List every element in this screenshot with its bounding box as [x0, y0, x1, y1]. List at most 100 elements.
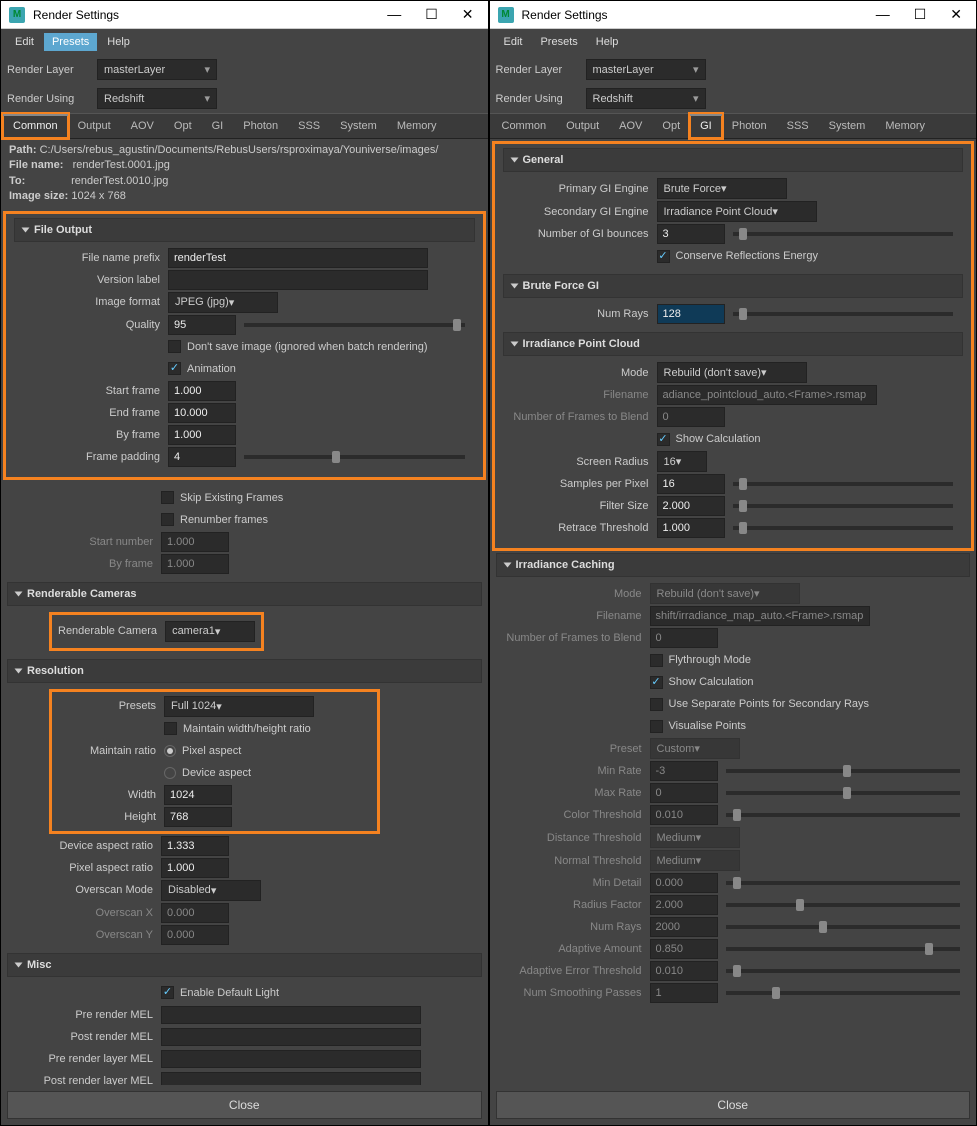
ic-num-rays-slider	[726, 925, 961, 929]
titlebar: M Render Settings — ☐ ✕	[490, 1, 977, 29]
menu-presets[interactable]: Presets	[44, 33, 97, 51]
ipc-filter-input[interactable]	[657, 496, 725, 516]
maintain-wh-checkbox[interactable]	[164, 722, 177, 735]
tab-system[interactable]: System	[330, 114, 387, 138]
overscan-mode-select[interactable]: Disabled▾	[161, 880, 261, 901]
secondary-gi-select[interactable]: Irradiance Point Cloud▾	[657, 201, 817, 222]
maximize-button[interactable]: ☐	[419, 6, 444, 23]
start-frame-input[interactable]	[168, 381, 236, 401]
primary-gi-select[interactable]: Brute Force▾	[657, 178, 787, 199]
tab-opt[interactable]: Opt	[652, 114, 690, 138]
post-render-layer-mel-input[interactable]	[161, 1072, 421, 1085]
device-aspect-radio[interactable]	[164, 767, 176, 779]
quality-input[interactable]	[168, 315, 236, 335]
maximize-button[interactable]: ☐	[908, 6, 933, 23]
ic-min-rate-input	[650, 761, 718, 781]
device-aspect-input[interactable]	[161, 836, 229, 856]
renderable-camera-select[interactable]: camera1▾	[165, 621, 255, 642]
bf-num-rays-slider[interactable]	[733, 312, 954, 316]
tab-photon[interactable]: Photon	[233, 114, 288, 138]
renumber-checkbox[interactable]	[161, 513, 174, 526]
pixel-aspect-input[interactable]	[161, 858, 229, 878]
ipc-screen-radius-select[interactable]: 16▾	[657, 451, 707, 472]
pixel-aspect-radio[interactable]	[164, 745, 176, 757]
tab-sss[interactable]: SSS	[777, 114, 819, 138]
tab-gi[interactable]: GI	[690, 114, 722, 138]
animation-checkbox[interactable]	[168, 362, 181, 375]
renderable-cameras-header[interactable]: Renderable Cameras	[7, 582, 482, 606]
tab-photon[interactable]: Photon	[722, 114, 777, 138]
ipc-samples-input[interactable]	[657, 474, 725, 494]
menubar: Edit Presets Help	[1, 29, 488, 55]
close-button[interactable]: Close	[7, 1091, 482, 1119]
file-name-prefix-input[interactable]	[168, 248, 428, 268]
frame-padding-slider[interactable]	[244, 455, 465, 459]
render-layer-label: Render Layer	[496, 64, 580, 76]
version-label-input[interactable]	[168, 270, 428, 290]
tab-gi[interactable]: GI	[202, 114, 234, 138]
disclosure-icon	[15, 668, 23, 673]
menu-help[interactable]: Help	[588, 33, 627, 51]
frame-padding-input[interactable]	[168, 447, 236, 467]
ipc-samples-slider[interactable]	[733, 482, 954, 486]
conserve-checkbox[interactable]	[657, 250, 670, 263]
gi-bounces-input[interactable]	[657, 224, 725, 244]
disclosure-icon	[510, 284, 518, 289]
tab-memory[interactable]: Memory	[875, 114, 935, 138]
menu-edit[interactable]: Edit	[7, 33, 42, 51]
menu-help[interactable]: Help	[99, 33, 138, 51]
tab-common[interactable]: Common	[3, 114, 68, 138]
close-button[interactable]: ✕	[456, 6, 480, 23]
tab-aov[interactable]: AOV	[121, 114, 164, 138]
tab-sss[interactable]: SSS	[288, 114, 330, 138]
render-using-select[interactable]: Redshift▾	[586, 88, 706, 109]
image-format-select[interactable]: JPEG (jpg)▾	[168, 292, 278, 313]
chevron-down-icon: ▾	[204, 92, 210, 105]
brute-force-header[interactable]: Brute Force GI	[503, 274, 964, 298]
ipc-retrace-slider[interactable]	[733, 526, 954, 530]
close-button[interactable]: ✕	[944, 6, 968, 23]
resolution-header[interactable]: Resolution	[7, 659, 482, 683]
tab-output[interactable]: Output	[556, 114, 609, 138]
ic-visualise-checkbox	[650, 720, 663, 733]
menu-presets[interactable]: Presets	[532, 33, 585, 51]
ic-frames-blend-input	[650, 628, 718, 648]
tab-memory[interactable]: Memory	[387, 114, 447, 138]
by-frame-input[interactable]	[168, 425, 236, 445]
ipc-show-calc-checkbox[interactable]	[657, 433, 670, 446]
tab-common[interactable]: Common	[492, 114, 557, 138]
width-input[interactable]	[164, 785, 232, 805]
ipc-filter-slider[interactable]	[733, 504, 954, 508]
tab-aov[interactable]: AOV	[609, 114, 652, 138]
minimize-button[interactable]: —	[381, 6, 407, 23]
tab-output[interactable]: Output	[68, 114, 121, 138]
menu-edit[interactable]: Edit	[496, 33, 531, 51]
post-render-mel-input[interactable]	[161, 1028, 421, 1046]
render-layer-select[interactable]: masterLayer▾	[586, 59, 706, 80]
ipc-header[interactable]: Irradiance Point Cloud	[503, 332, 964, 356]
render-layer-select[interactable]: masterLayer▾	[97, 59, 217, 80]
misc-header[interactable]: Misc	[7, 953, 482, 977]
height-input[interactable]	[164, 807, 232, 827]
ipc-retrace-input[interactable]	[657, 518, 725, 538]
render-layer-label: Render Layer	[7, 64, 91, 76]
gi-bounces-slider[interactable]	[733, 232, 954, 236]
quality-slider[interactable]	[244, 323, 465, 327]
general-header[interactable]: General	[503, 148, 964, 172]
pre-render-mel-input[interactable]	[161, 1006, 421, 1024]
pre-render-layer-mel-input[interactable]	[161, 1050, 421, 1068]
ic-header[interactable]: Irradiance Caching	[496, 553, 971, 577]
file-output-header[interactable]: File Output	[14, 218, 475, 242]
skip-existing-checkbox[interactable]	[161, 491, 174, 504]
close-button[interactable]: Close	[496, 1091, 971, 1119]
bf-num-rays-input[interactable]	[657, 304, 725, 324]
presets-select[interactable]: Full 1024▾	[164, 696, 314, 717]
render-using-select[interactable]: Redshift▾	[97, 88, 217, 109]
ipc-mode-select[interactable]: Rebuild (don't save)▾	[657, 362, 807, 383]
tab-opt[interactable]: Opt	[164, 114, 202, 138]
tab-system[interactable]: System	[819, 114, 876, 138]
dont-save-checkbox[interactable]	[168, 340, 181, 353]
end-frame-input[interactable]	[168, 403, 236, 423]
enable-default-light-checkbox[interactable]	[161, 986, 174, 999]
minimize-button[interactable]: —	[870, 6, 896, 23]
